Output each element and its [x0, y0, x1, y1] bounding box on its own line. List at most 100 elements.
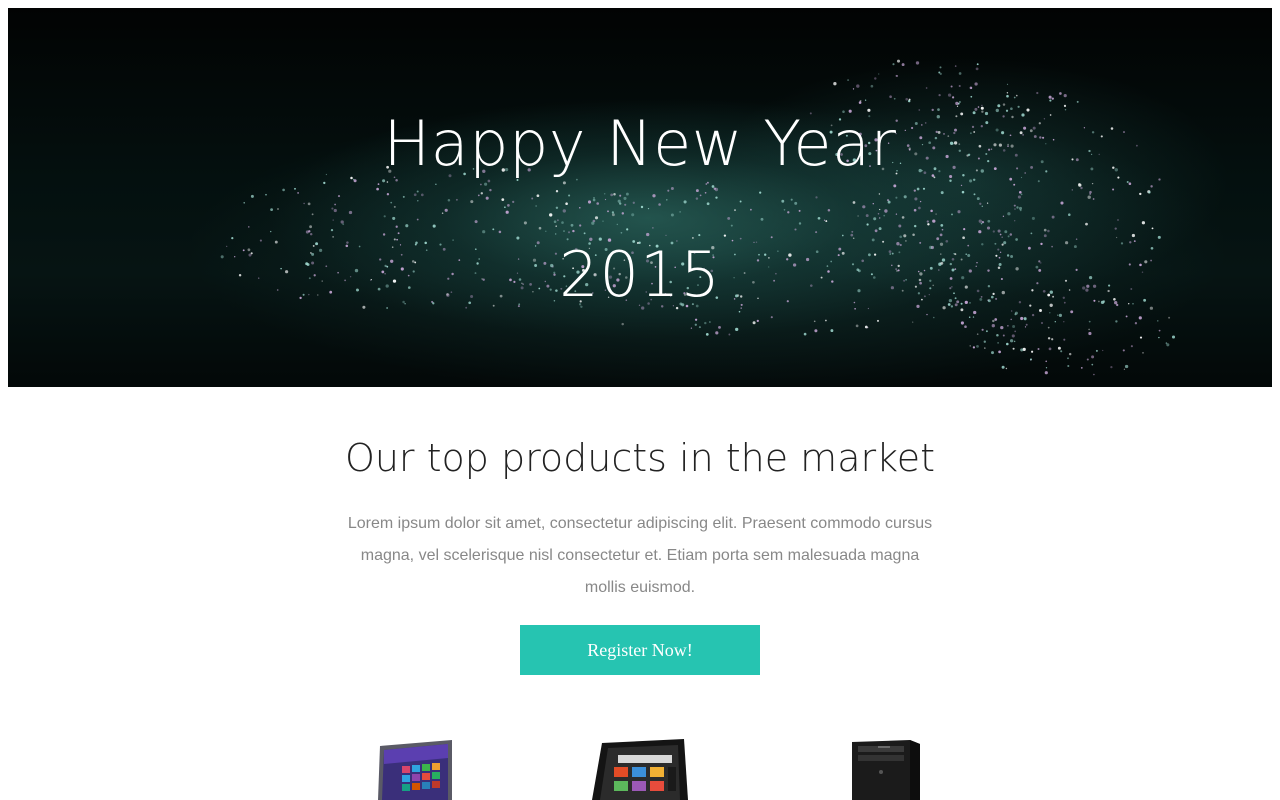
sparkle-dot	[873, 217, 877, 221]
sparkle-dot	[878, 217, 881, 219]
sparkle-dot	[1063, 321, 1065, 323]
sparkle-dot	[976, 197, 980, 201]
sparkle-dot	[631, 213, 635, 217]
sparkle-dot	[294, 187, 296, 190]
sparkle-dot	[1067, 357, 1069, 360]
sparkle-dot	[405, 224, 409, 228]
sparkle-dot	[1091, 363, 1094, 366]
sparkle-dot	[397, 232, 400, 235]
sparkle-dot	[1048, 95, 1052, 99]
sparkle-dot	[951, 96, 955, 99]
sparkle-dot	[1086, 358, 1089, 361]
sparkle-dot	[1070, 310, 1074, 314]
product-tablet[interactable]	[592, 739, 690, 800]
sparkle-dot	[593, 197, 595, 199]
sparkle-dot	[562, 181, 566, 185]
sparkle-dot	[908, 98, 911, 101]
sparkle-dot	[961, 190, 965, 194]
sparkle-dot	[986, 226, 991, 230]
sparkle-dot	[303, 202, 305, 205]
sparkle-dot	[1078, 183, 1082, 187]
register-button[interactable]: Register Now!	[520, 625, 760, 675]
sparkle-dot	[877, 319, 879, 322]
sparkle-dot	[912, 233, 915, 236]
sparkle-dot	[918, 109, 921, 111]
sparkle-dot	[1015, 94, 1018, 97]
sparkle-dot	[976, 345, 979, 348]
sparkle-dot	[1095, 349, 1098, 352]
sparkle-dot	[895, 196, 898, 199]
sparkle-dot	[587, 200, 592, 204]
sparkle-dot	[1148, 191, 1151, 194]
sparkle-dot	[945, 239, 949, 243]
sparkle-dot	[893, 97, 896, 100]
sparkle-dot	[604, 198, 607, 201]
sparkle-dot	[1051, 338, 1054, 341]
sparkle-dot	[695, 189, 699, 193]
sparkle-dot	[1049, 312, 1051, 314]
sparkle-dot	[416, 190, 419, 193]
sparkle-dot	[933, 176, 936, 179]
sparkle-dot	[353, 179, 357, 183]
sparkle-dot	[646, 232, 650, 237]
sparkle-dot	[727, 216, 731, 220]
sparkle-dot	[572, 229, 575, 233]
sparkle-dot	[1088, 320, 1091, 323]
sparkle-dot	[755, 241, 758, 243]
sparkle-dot	[941, 228, 944, 231]
sparkle-dot	[980, 222, 983, 225]
sparkle-dot	[333, 208, 337, 213]
sparkle-dot	[814, 329, 818, 333]
sparkle-dot	[927, 223, 930, 226]
sparkle-dot	[1031, 313, 1035, 317]
sparkle-dot	[884, 209, 888, 213]
sparkle-dot	[1128, 182, 1132, 185]
newsletter-page: Happy New Year 2015 Our top products in …	[0, 0, 1280, 800]
sparkle-dot	[270, 230, 272, 233]
sparkle-dot	[981, 205, 984, 208]
sparkle-dot	[1045, 367, 1048, 369]
sparkle-dot	[970, 95, 973, 98]
sparkle-dot	[441, 212, 444, 214]
sparkle-dot	[1036, 91, 1039, 95]
sparkle-dot	[1064, 109, 1067, 111]
sparkle-dot	[1000, 325, 1004, 330]
sparkle-dot	[815, 196, 818, 199]
sparkle-dot	[1037, 180, 1040, 183]
sparkle-dot	[1020, 316, 1024, 321]
sparkle-dot	[1047, 229, 1050, 233]
sparkle-dot	[883, 214, 886, 217]
sparkle-dot	[277, 208, 279, 210]
sparkle-dot	[841, 234, 844, 237]
sparkle-dot	[878, 193, 881, 195]
sparkle-dot	[972, 346, 976, 349]
sparkle-dot	[307, 202, 311, 206]
sparkle-dot	[997, 229, 1001, 233]
sparkle-dot	[1059, 92, 1062, 95]
sparkle-dot	[960, 308, 964, 312]
sparkle-dot	[723, 234, 727, 237]
sparkle-dot	[756, 319, 759, 323]
sparkle-dot	[942, 306, 946, 310]
sparkle-dot	[487, 179, 491, 183]
product-desktop[interactable]	[850, 740, 922, 800]
sparkle-dot	[1088, 328, 1090, 331]
sparkle-dot	[1150, 185, 1153, 188]
hero-year: 2015	[559, 238, 721, 311]
sparkle-dot	[555, 225, 557, 227]
sparkle-dot	[1171, 335, 1176, 339]
sparkle-dot	[479, 183, 482, 186]
sparkle-dot	[250, 194, 254, 198]
sparkle-dot	[270, 208, 274, 212]
sparkle-dot	[850, 233, 854, 237]
product-laptop[interactable]	[374, 738, 456, 800]
sparkle-dot	[1068, 352, 1072, 356]
sparkle-dot	[1166, 343, 1170, 347]
sparkle-dot	[1139, 336, 1143, 339]
sparkle-dot	[1063, 338, 1066, 341]
sparkle-dot	[248, 226, 250, 228]
sparkle-dot	[1044, 371, 1048, 375]
sparkle-dot	[1057, 314, 1059, 316]
sparkle-dot	[933, 316, 935, 319]
sparkle-dot	[348, 210, 353, 215]
